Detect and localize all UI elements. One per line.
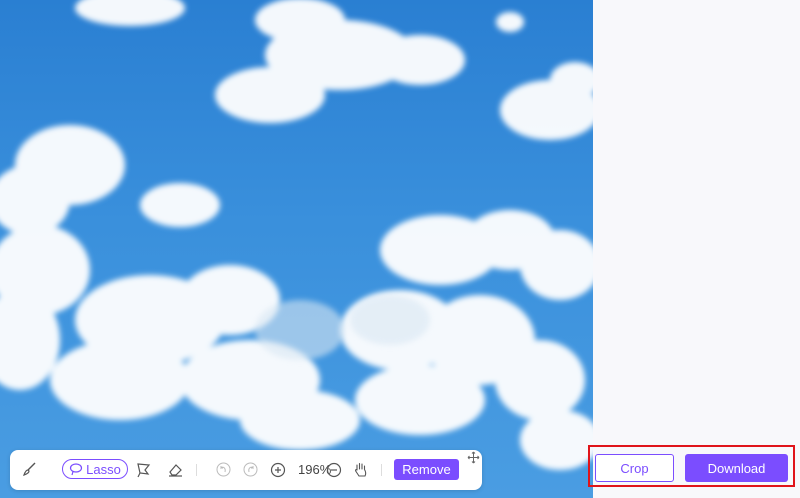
download-button[interactable]: Download — [685, 454, 788, 482]
sky-clouds-image — [0, 0, 593, 470]
move-icon[interactable] — [467, 451, 480, 464]
right-panel — [593, 0, 800, 498]
lasso-label: Lasso — [86, 461, 121, 477]
zoom-out-icon[interactable] — [326, 462, 342, 478]
hand-pan-icon[interactable] — [353, 461, 369, 478]
toolbar-divider — [196, 464, 197, 476]
undo-icon[interactable] — [216, 462, 231, 477]
polygon-lasso-icon[interactable] — [135, 461, 152, 478]
lasso-button[interactable]: Lasso — [62, 459, 128, 479]
crop-button[interactable]: Crop — [595, 454, 674, 482]
lasso-icon — [69, 462, 83, 476]
redo-icon[interactable] — [243, 462, 258, 477]
image-canvas[interactable] — [0, 0, 593, 498]
toolbar-divider — [381, 464, 382, 476]
editing-toolbar: Lasso 196% Remove — [10, 450, 482, 490]
brush-icon[interactable] — [22, 461, 38, 477]
remove-button[interactable]: Remove — [394, 459, 459, 480]
zoom-in-icon[interactable] — [270, 462, 286, 478]
eraser-icon[interactable] — [167, 461, 184, 478]
